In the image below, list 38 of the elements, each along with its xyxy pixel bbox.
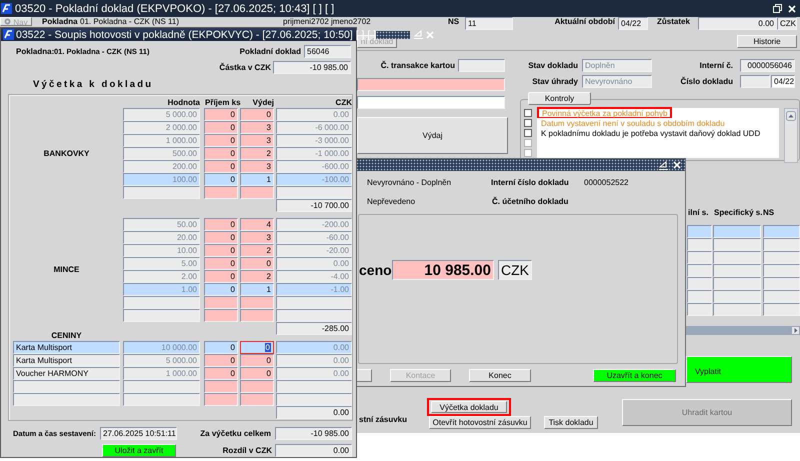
amount-label: ceno xyxy=(359,262,391,278)
section-label: MINCE xyxy=(54,265,80,274)
column-header: Výdej xyxy=(252,98,274,106)
transfer-status: Nepřevedeno xyxy=(367,196,416,206)
field-label: Interní číslo dokladu xyxy=(491,178,570,186)
internal-number: 0000052522 xyxy=(584,178,630,186)
field-label: Interní č. xyxy=(698,61,733,70)
user-name: prijmeni2702 jmeno2702 xyxy=(283,17,372,26)
field-label: stní zásuvku xyxy=(359,415,408,424)
column-header: Hodnota xyxy=(166,98,200,106)
field-label: Částka v CZK xyxy=(218,62,271,72)
field-label: Zůstatek xyxy=(657,17,691,26)
field-label: Stav úhrady xyxy=(531,77,578,86)
field-label: Rozdíl v CZK xyxy=(222,446,272,455)
field-label: Číslo dokladu xyxy=(680,77,733,86)
check-message: K pokladnímu dokladu je potřeba vystavit daňový doklad UDD xyxy=(540,128,760,138)
field-label: Stav dokladu xyxy=(527,61,578,70)
field-label: Pokladna: xyxy=(16,47,54,56)
column-header: NS xyxy=(763,208,776,216)
column-header: CZK xyxy=(334,98,352,106)
field-label: Aktuální období xyxy=(554,17,615,26)
field-label: Pokladní doklad xyxy=(239,47,301,56)
field-label: Pokladna xyxy=(42,17,78,26)
field-label: Č. účetního dokladu xyxy=(492,196,570,206)
section-label: CENINY xyxy=(51,330,82,340)
column-header: Specifický s. xyxy=(714,208,762,216)
check-message: Povinná výčetka za pokladní pohyb xyxy=(541,108,668,118)
field-label: Č. transakce kartou xyxy=(380,61,455,70)
field-label: Za výčetku celkem xyxy=(199,429,271,438)
section-label: BANKOVKY xyxy=(44,148,90,158)
field-label: NS xyxy=(448,17,460,26)
column-header: Příjem ks xyxy=(205,98,242,106)
section-heading: Výčetka k dokladu xyxy=(33,78,154,90)
cashbox-name: 01. Pokladna - CZK (NS 11) xyxy=(80,17,180,26)
column-header: ilní s. xyxy=(688,208,710,216)
window-title: 03520 - Pokladní doklad (EKPVPOKO) - [27.06.2025; 10:43] [ ] [ ] xyxy=(15,2,334,14)
check-message: Datum vystavení není v souladu s obdobím dokladu xyxy=(540,118,725,128)
status-text: Nevyrovnáno - Doplněn xyxy=(367,178,452,186)
